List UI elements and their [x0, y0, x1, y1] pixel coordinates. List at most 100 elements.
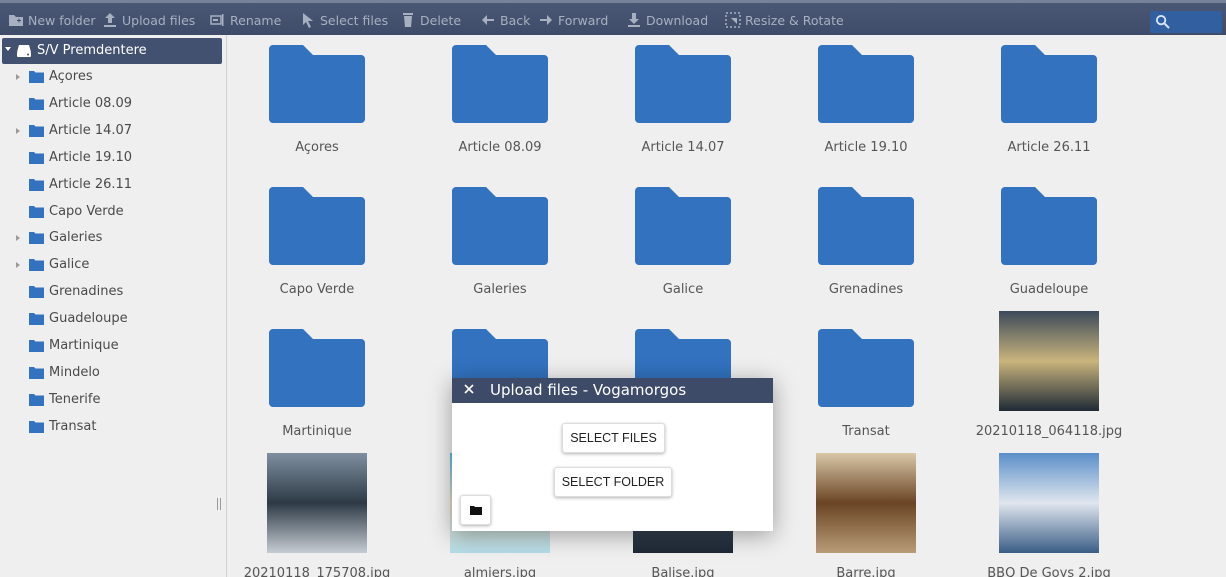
tile-label: Article 19.10	[824, 140, 908, 155]
folder-tile[interactable]: Article 26.11	[960, 35, 1138, 175]
rename-label: Rename	[230, 12, 282, 28]
back-label: Back	[500, 12, 531, 28]
tile-label: Martinique	[282, 424, 352, 439]
folder-tile[interactable]: Grenadines	[777, 177, 955, 317]
sidebar-item-label: Guadeloupe	[49, 311, 128, 327]
sidebar-item-label: Grenadines	[49, 284, 124, 300]
folder-icon	[29, 286, 44, 299]
rename-button[interactable]: Rename	[210, 4, 281, 36]
download-button[interactable]: Download	[626, 4, 708, 36]
tile-label: Galeries	[473, 282, 527, 297]
sidebar-item-label: Article 26.11	[49, 176, 133, 192]
select-files-dialog-button[interactable]: SELECT FILES	[562, 423, 665, 453]
folder-icon	[29, 205, 44, 218]
expand-caret-icon[interactable]	[16, 74, 20, 80]
image-thumbnail	[999, 311, 1099, 411]
forward-button[interactable]: Forward	[538, 4, 608, 36]
folder-tile[interactable]: Martinique	[228, 319, 406, 459]
image-tile[interactable]: 20210118_175708.jpg	[228, 453, 406, 577]
search-input[interactable]	[1150, 11, 1222, 33]
sidebar-item[interactable]: Guadeloupe	[0, 307, 227, 333]
sidebar-item[interactable]: Grenadines	[0, 280, 227, 306]
folder-tile[interactable]: Article 19.10	[777, 35, 955, 175]
toolbar: New folder Upload files Rename Select fi…	[0, 0, 1226, 35]
sidebar-item[interactable]: Açores	[0, 65, 227, 91]
folder-tile[interactable]: Galice	[594, 177, 772, 317]
folder-tile[interactable]: Capo Verde	[228, 177, 406, 317]
forward-label: Forward	[558, 12, 609, 28]
sidebar-item[interactable]: Galeries	[0, 226, 227, 252]
rename-icon	[210, 14, 224, 26]
tile-label: BBQ De Goys 2.jpg	[987, 566, 1111, 577]
delete-button[interactable]: Delete	[400, 4, 461, 36]
sidebar-item-label: Mindelo	[49, 364, 100, 380]
sidebar-item[interactable]: Article 19.10	[0, 146, 227, 172]
select-files-button[interactable]: Select files	[300, 4, 388, 36]
image-thumbnail	[999, 453, 1099, 553]
tile-label: Article 14.07	[641, 140, 725, 155]
expand-caret-icon[interactable]	[5, 47, 11, 51]
resize-rotate-label: Resize & Rotate	[745, 12, 844, 28]
image-tile[interactable]: Barre.jpg	[777, 453, 955, 577]
image-tile[interactable]: BBQ De Goys 2.jpg	[960, 453, 1138, 577]
new-folder-label: New folder	[28, 12, 96, 28]
splitter-handle[interactable]	[217, 498, 221, 510]
sidebar-item[interactable]: Martinique	[0, 334, 227, 360]
sidebar-item-label: Galeries	[49, 230, 103, 246]
folder-tile[interactable]: Article 14.07	[594, 35, 772, 175]
tree-root-label: S/V Premdentere	[37, 43, 147, 58]
folder-icon	[29, 97, 44, 110]
folder-tile[interactable]: Galeries	[411, 177, 589, 317]
expand-caret-icon[interactable]	[16, 235, 20, 242]
folder-upload-button[interactable]	[460, 495, 491, 525]
folder-icon	[269, 187, 365, 265]
tile-label: Galice	[662, 282, 704, 297]
upload-files-button[interactable]: Upload files	[102, 4, 195, 36]
sidebar-item[interactable]: Article 14.07	[0, 119, 227, 145]
expand-caret-icon[interactable]	[16, 127, 20, 134]
sidebar-item-label: Article 14.07	[49, 122, 133, 138]
folder-icon	[818, 45, 914, 123]
back-button[interactable]: Back	[480, 4, 530, 36]
resize-rotate-button[interactable]: Resize & Rotate	[725, 4, 844, 36]
sidebar-item[interactable]: Galice	[0, 253, 227, 279]
sidebar-item-label: Galice	[49, 257, 90, 273]
sidebar-item[interactable]: Article 08.09	[0, 92, 227, 118]
folder-tile[interactable]: Transat	[777, 319, 955, 459]
folder-tile[interactable]: Guadeloupe	[960, 177, 1138, 317]
tile-label: Guadeloupe	[1009, 282, 1089, 297]
image-thumbnail	[267, 453, 367, 553]
expand-caret-icon[interactable]	[16, 262, 20, 269]
image-tile[interactable]: 20210118_064118.jpg	[960, 311, 1138, 459]
folder-icon	[29, 178, 44, 191]
sidebar-item[interactable]: Tenerife	[0, 388, 227, 414]
folder-icon	[29, 393, 44, 406]
dialog-header: Upload files - Vogamorgos	[452, 378, 773, 403]
folder-icon	[635, 45, 731, 123]
folder-tree: S/V Premdentere Açores Article 08.09 Artic…	[0, 35, 227, 577]
image-thumbnail	[816, 453, 916, 553]
upload-files-label: Upload files	[122, 12, 196, 28]
tile-label: Balise.jpg	[651, 566, 715, 577]
close-icon[interactable]	[462, 382, 476, 396]
select-folder-dialog-button[interactable]: SELECT FOLDER	[554, 467, 672, 497]
folder-icon	[29, 124, 44, 137]
sidebar-item[interactable]: Transat	[0, 415, 227, 441]
tile-label: Article 08.09	[458, 140, 542, 155]
folder-icon	[818, 329, 914, 407]
sidebar-item[interactable]: Capo Verde	[0, 200, 227, 226]
new-folder-button[interactable]: New folder	[8, 4, 96, 36]
tile-label: Grenadines	[828, 282, 904, 297]
trash-icon	[403, 13, 413, 27]
tree-root[interactable]: S/V Premdentere	[2, 38, 222, 64]
folder-icon	[1001, 45, 1097, 123]
sidebar-item[interactable]: Mindelo	[0, 361, 227, 387]
folder-icon	[452, 45, 548, 123]
sidebar-item-label: Article 08.09	[49, 95, 133, 111]
folder-icon	[29, 313, 44, 326]
folder-tile[interactable]: Açores	[228, 35, 406, 175]
dialog-title: Upload files - Vogamorgos	[490, 381, 687, 399]
sidebar-item[interactable]: Article 26.11	[0, 173, 227, 199]
cursor-icon	[303, 13, 313, 28]
folder-tile[interactable]: Article 08.09	[411, 35, 589, 175]
